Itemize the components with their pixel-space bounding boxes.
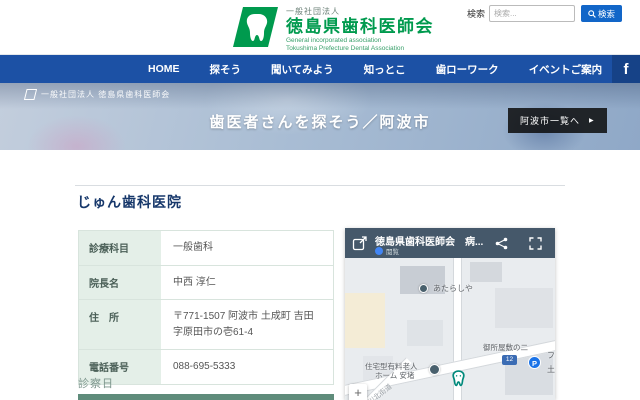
share-icon[interactable]	[495, 237, 508, 250]
nav-item-hellowork[interactable]: 歯ローワーク	[436, 62, 499, 77]
nav-item-sagasou[interactable]: 探そう	[210, 62, 242, 77]
logo-text: 一般社団法人 徳島県歯科医師会 General incorporated ass…	[286, 6, 434, 53]
map-label-home-line2: ホーム 安堵	[375, 370, 414, 381]
map-area-block	[407, 320, 443, 346]
parking-marker[interactable]: P	[528, 356, 541, 369]
search-input[interactable]	[489, 5, 575, 22]
map-label-goshoyashiki: 御所屋敷の二	[483, 342, 528, 353]
site-logo[interactable]: 一般社団法人 徳島県歯科医師会 General incorporated ass…	[233, 6, 434, 53]
map-subtitle: 閲覧	[375, 246, 399, 256]
hero-org-text: 一般社団法人 徳島県歯科医師会	[41, 89, 170, 100]
table-row: 院長名 中西 淳仁	[79, 266, 333, 301]
poi-marker[interactable]	[429, 364, 440, 375]
search-button[interactable]: 検索	[581, 5, 622, 22]
search-icon	[588, 10, 596, 18]
row-label-director: 院長名	[79, 266, 161, 300]
google-map-embed[interactable]: あたらしや 御所屋敷の二 12 P フ 土 住宅型有料老人 ホーム 安堵 川北街…	[345, 228, 555, 400]
row-value-address: 〒771-1507 阿波市 土成町 吉田字原田市の壱61-4	[161, 300, 333, 349]
arrow-right-icon: ▶	[589, 117, 595, 124]
awa-city-list-label: 阿波市一覧へ	[520, 114, 580, 127]
row-value-department: 一般歯科	[161, 231, 333, 265]
row-label-address: 住 所	[79, 300, 161, 349]
map-label-atarashiya: あたらしや	[433, 283, 473, 294]
nav-item-kiitemiyou[interactable]: 聞いてみよう	[271, 62, 334, 77]
page-title: じゅん歯科医院	[77, 192, 182, 212]
facebook-icon: f	[624, 61, 629, 78]
content-divider	[75, 185, 565, 186]
nav-item-events[interactable]: イベントご案内	[529, 62, 603, 77]
org-name-en-2: Tokushima Prefecture Dental Association	[286, 45, 434, 53]
nav-item-home[interactable]: HOME	[148, 63, 180, 75]
site-header: 一般社団法人 徳島県歯科医師会 General incorporated ass…	[0, 0, 640, 55]
dental-clinic-marker[interactable]	[451, 370, 466, 387]
map-area-block	[495, 288, 553, 328]
schedule-heading: 診察日	[78, 375, 114, 391]
search-button-label: 検索	[598, 8, 615, 20]
org-name-en-1: General incorporated association	[286, 37, 434, 45]
nav-item-shittoko[interactable]: 知っとこ	[364, 62, 406, 77]
search-label: 検索	[467, 7, 485, 20]
hero-org-line: 一般社団法人 徳島県歯科医師会	[24, 89, 170, 100]
facebook-button[interactable]: f	[612, 55, 640, 83]
dental-association-logo-icon	[233, 6, 279, 48]
search-area: 検索 検索	[467, 5, 622, 22]
table-row: 診療科目 一般歯科	[79, 231, 333, 266]
poi-marker[interactable]	[419, 284, 428, 293]
page: 一般社団法人 徳島県歯科医師会 General incorporated ass…	[0, 0, 640, 400]
map-header: 徳島県歯科医師会 病... 閲覧	[345, 228, 555, 258]
hero-logo-icon	[24, 89, 37, 100]
org-name: 徳島県歯科医師会	[286, 17, 434, 37]
map-area-block	[345, 293, 385, 348]
map-area-block	[470, 262, 502, 282]
main-nav: HOME 探そう 聞いてみよう 知っとこ 歯ローワーク イベントご案内 f	[0, 55, 640, 83]
map-label-edge2: 土	[547, 364, 555, 375]
org-type-label: 一般社団法人	[286, 6, 434, 17]
fullscreen-icon[interactable]	[529, 237, 542, 250]
map-label-edge1: フ	[547, 350, 555, 361]
row-label-department: 診療科目	[79, 231, 161, 265]
clinic-info-table: 診療科目 一般歯科 院長名 中西 淳仁 住 所 〒771-1507 阿波市 土成…	[78, 230, 334, 385]
route-shield: 12	[502, 355, 517, 365]
schedule-table-header-bar	[78, 394, 334, 400]
row-value-director: 中西 淳仁	[161, 266, 333, 300]
table-row: 住 所 〒771-1507 阿波市 土成町 吉田字原田市の壱61-4	[79, 300, 333, 350]
zoom-in-button[interactable]: +	[349, 384, 367, 400]
awa-city-list-button[interactable]: 阿波市一覧へ ▶	[508, 108, 607, 133]
map-canvas[interactable]: あたらしや 御所屋敷の二 12 P フ 土 住宅型有料老人 ホーム 安堵 川北街…	[345, 258, 555, 400]
map-subtitle-text: 閲覧	[386, 246, 399, 256]
row-value-phone: 088-695-5333	[161, 350, 333, 384]
open-map-icon[interactable]	[352, 235, 368, 251]
map-subtitle-badge-icon	[375, 247, 383, 255]
table-row: 電話番号 088-695-5333	[79, 350, 333, 385]
